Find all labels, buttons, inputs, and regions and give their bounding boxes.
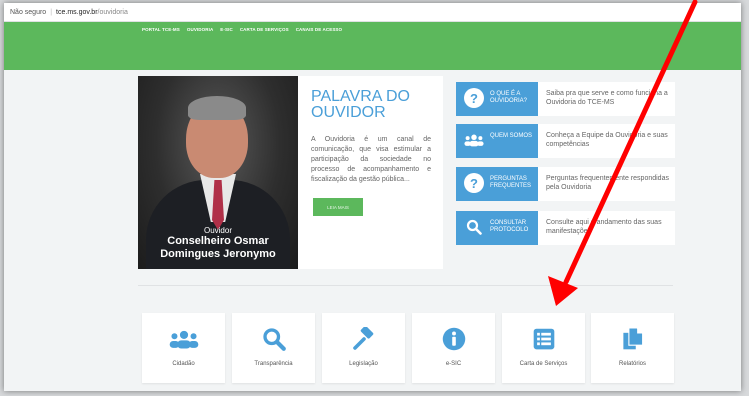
- address-separator: |: [50, 8, 53, 16]
- nav-e-sic[interactable]: E-SIC: [220, 27, 233, 32]
- card-quem-somos[interactable]: QUEM SOMOS Conheça a Equipe da Ouvidoria…: [456, 124, 675, 158]
- card-o-que-e-ouvidoria[interactable]: ? O QUE É A OUVIDORIA? Saiba pra que ser…: [456, 82, 675, 116]
- card-label: PERGUNTAS FREQUENTES: [490, 176, 532, 189]
- search-icon: [464, 217, 484, 237]
- card-description: Saiba pra que serve e como funciona a Ou…: [546, 90, 668, 106]
- tile-label: Carta de Serviços: [519, 361, 568, 367]
- address-bar[interactable]: Não seguro | tce.ms.gov.br /ouvidoria: [4, 3, 741, 22]
- photo-caption: Ouvidor Conselheiro Osmar Domingues Jero…: [138, 226, 298, 261]
- card-description: Perguntas frequentemente respondidas pel…: [546, 175, 669, 191]
- tile-e-sic[interactable]: e-SIC: [412, 313, 495, 383]
- users-icon: [142, 325, 225, 353]
- panel-title: PALAVRA DO OUVIDOR: [311, 88, 410, 121]
- caption-name-line-2: Domingues Jeronymo: [160, 248, 276, 260]
- nav-ouvidoria[interactable]: OUVIDORIA: [187, 27, 213, 32]
- question-icon: ?: [464, 173, 484, 193]
- url-path[interactable]: /ouvidoria: [98, 9, 128, 16]
- ombudsman-panel: Ouvidor Conselheiro Osmar Domingues Jero…: [138, 76, 443, 269]
- info-icon: [412, 325, 495, 353]
- url-host[interactable]: tce.ms.gov.br: [56, 9, 98, 16]
- tile-label: e-SIC: [445, 361, 462, 367]
- tile-transparencia[interactable]: Transparência: [232, 313, 315, 383]
- card-description: Conheça a Equipe da Ouvidoria e suas com…: [546, 132, 668, 148]
- list-icon: [502, 325, 585, 353]
- tile-legislacao[interactable]: Legislação: [322, 313, 405, 383]
- card-label: O QUE É A OUVIDORIA?: [490, 91, 528, 104]
- nav-canais-de-acesso[interactable]: CANAIS DE ACESSO: [296, 27, 342, 32]
- documents-icon: [591, 325, 674, 353]
- header-banner: [4, 22, 741, 70]
- search-icon: [232, 325, 315, 353]
- panel-description: A Ouvidoria é um canal de comunicação, q…: [311, 136, 431, 183]
- tile-carta-de-servicos[interactable]: Carta de Serviços: [502, 313, 585, 383]
- tile-label: Cidadão: [172, 361, 195, 367]
- tile-relatorios[interactable]: Relatórios: [591, 313, 674, 383]
- tile-label: Transparência: [254, 361, 293, 367]
- ombudsman-photo: Ouvidor Conselheiro Osmar Domingues Jero…: [138, 76, 298, 269]
- nav-portal-tce-ms[interactable]: PORTAL TCE-MS: [142, 27, 180, 32]
- read-more-button[interactable]: LEIA MAIS: [313, 198, 363, 216]
- caption-name-line-1: Conselheiro Osmar: [167, 235, 269, 247]
- security-indicator[interactable]: Não seguro: [10, 9, 46, 16]
- section-divider: [138, 285, 673, 286]
- gavel-icon: [322, 325, 405, 353]
- nav-carta-de-servicos[interactable]: CARTA DE SERVIÇOS: [240, 27, 289, 32]
- tile-cidadao[interactable]: Cidadão: [142, 313, 225, 383]
- users-icon: [464, 130, 484, 150]
- caption-role: Ouvidor: [203, 226, 232, 235]
- card-label: QUEM SOMOS: [490, 133, 533, 139]
- card-description: Consulte aqui o andamento das suas manif…: [546, 219, 662, 235]
- card-perguntas-frequentes[interactable]: ? PERGUNTAS FREQUENTES Perguntas frequen…: [456, 167, 675, 201]
- tile-label: Legislação: [349, 361, 378, 367]
- card-label: CONSULTAR PROTOCOLO: [490, 220, 529, 233]
- card-consultar-protocolo[interactable]: CONSULTAR PROTOCOLO Consulte aqui o anda…: [456, 211, 675, 245]
- question-icon: ?: [464, 88, 484, 108]
- top-nav: PORTAL TCE-MS OUVIDORIA E-SIC CARTA DE S…: [142, 27, 342, 32]
- tile-label: Relatórios: [618, 361, 646, 367]
